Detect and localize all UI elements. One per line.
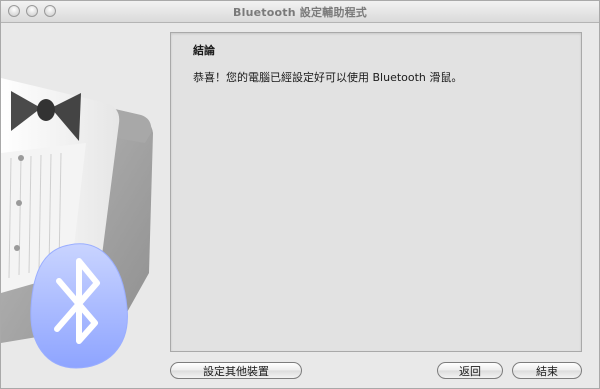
assistant-window: Bluetooth 設定輔助程式 結論 恭喜！您的電腦已經設定好可以使用 Blu…	[0, 0, 600, 389]
back-button[interactable]: 返回	[437, 362, 503, 379]
tuxedo-graphic	[1, 78, 153, 369]
content-panel: 結論 恭喜！您的電腦已經設定好可以使用 Bluetooth 滑鼠。	[170, 32, 582, 352]
done-button[interactable]: 結束	[512, 362, 582, 379]
title-bar[interactable]: Bluetooth 設定輔助程式	[1, 1, 599, 23]
bluetooth-icon	[30, 243, 128, 369]
conclusion-message: 恭喜！您的電腦已經設定好可以使用 Bluetooth 滑鼠。	[193, 71, 463, 84]
setup-another-device-button[interactable]: 設定其他裝置	[170, 362, 302, 379]
page-heading: 結論	[193, 44, 215, 57]
bluetooth-tuxedo-illustration	[1, 23, 169, 388]
window-title: Bluetooth 設定輔助程式	[233, 6, 367, 19]
